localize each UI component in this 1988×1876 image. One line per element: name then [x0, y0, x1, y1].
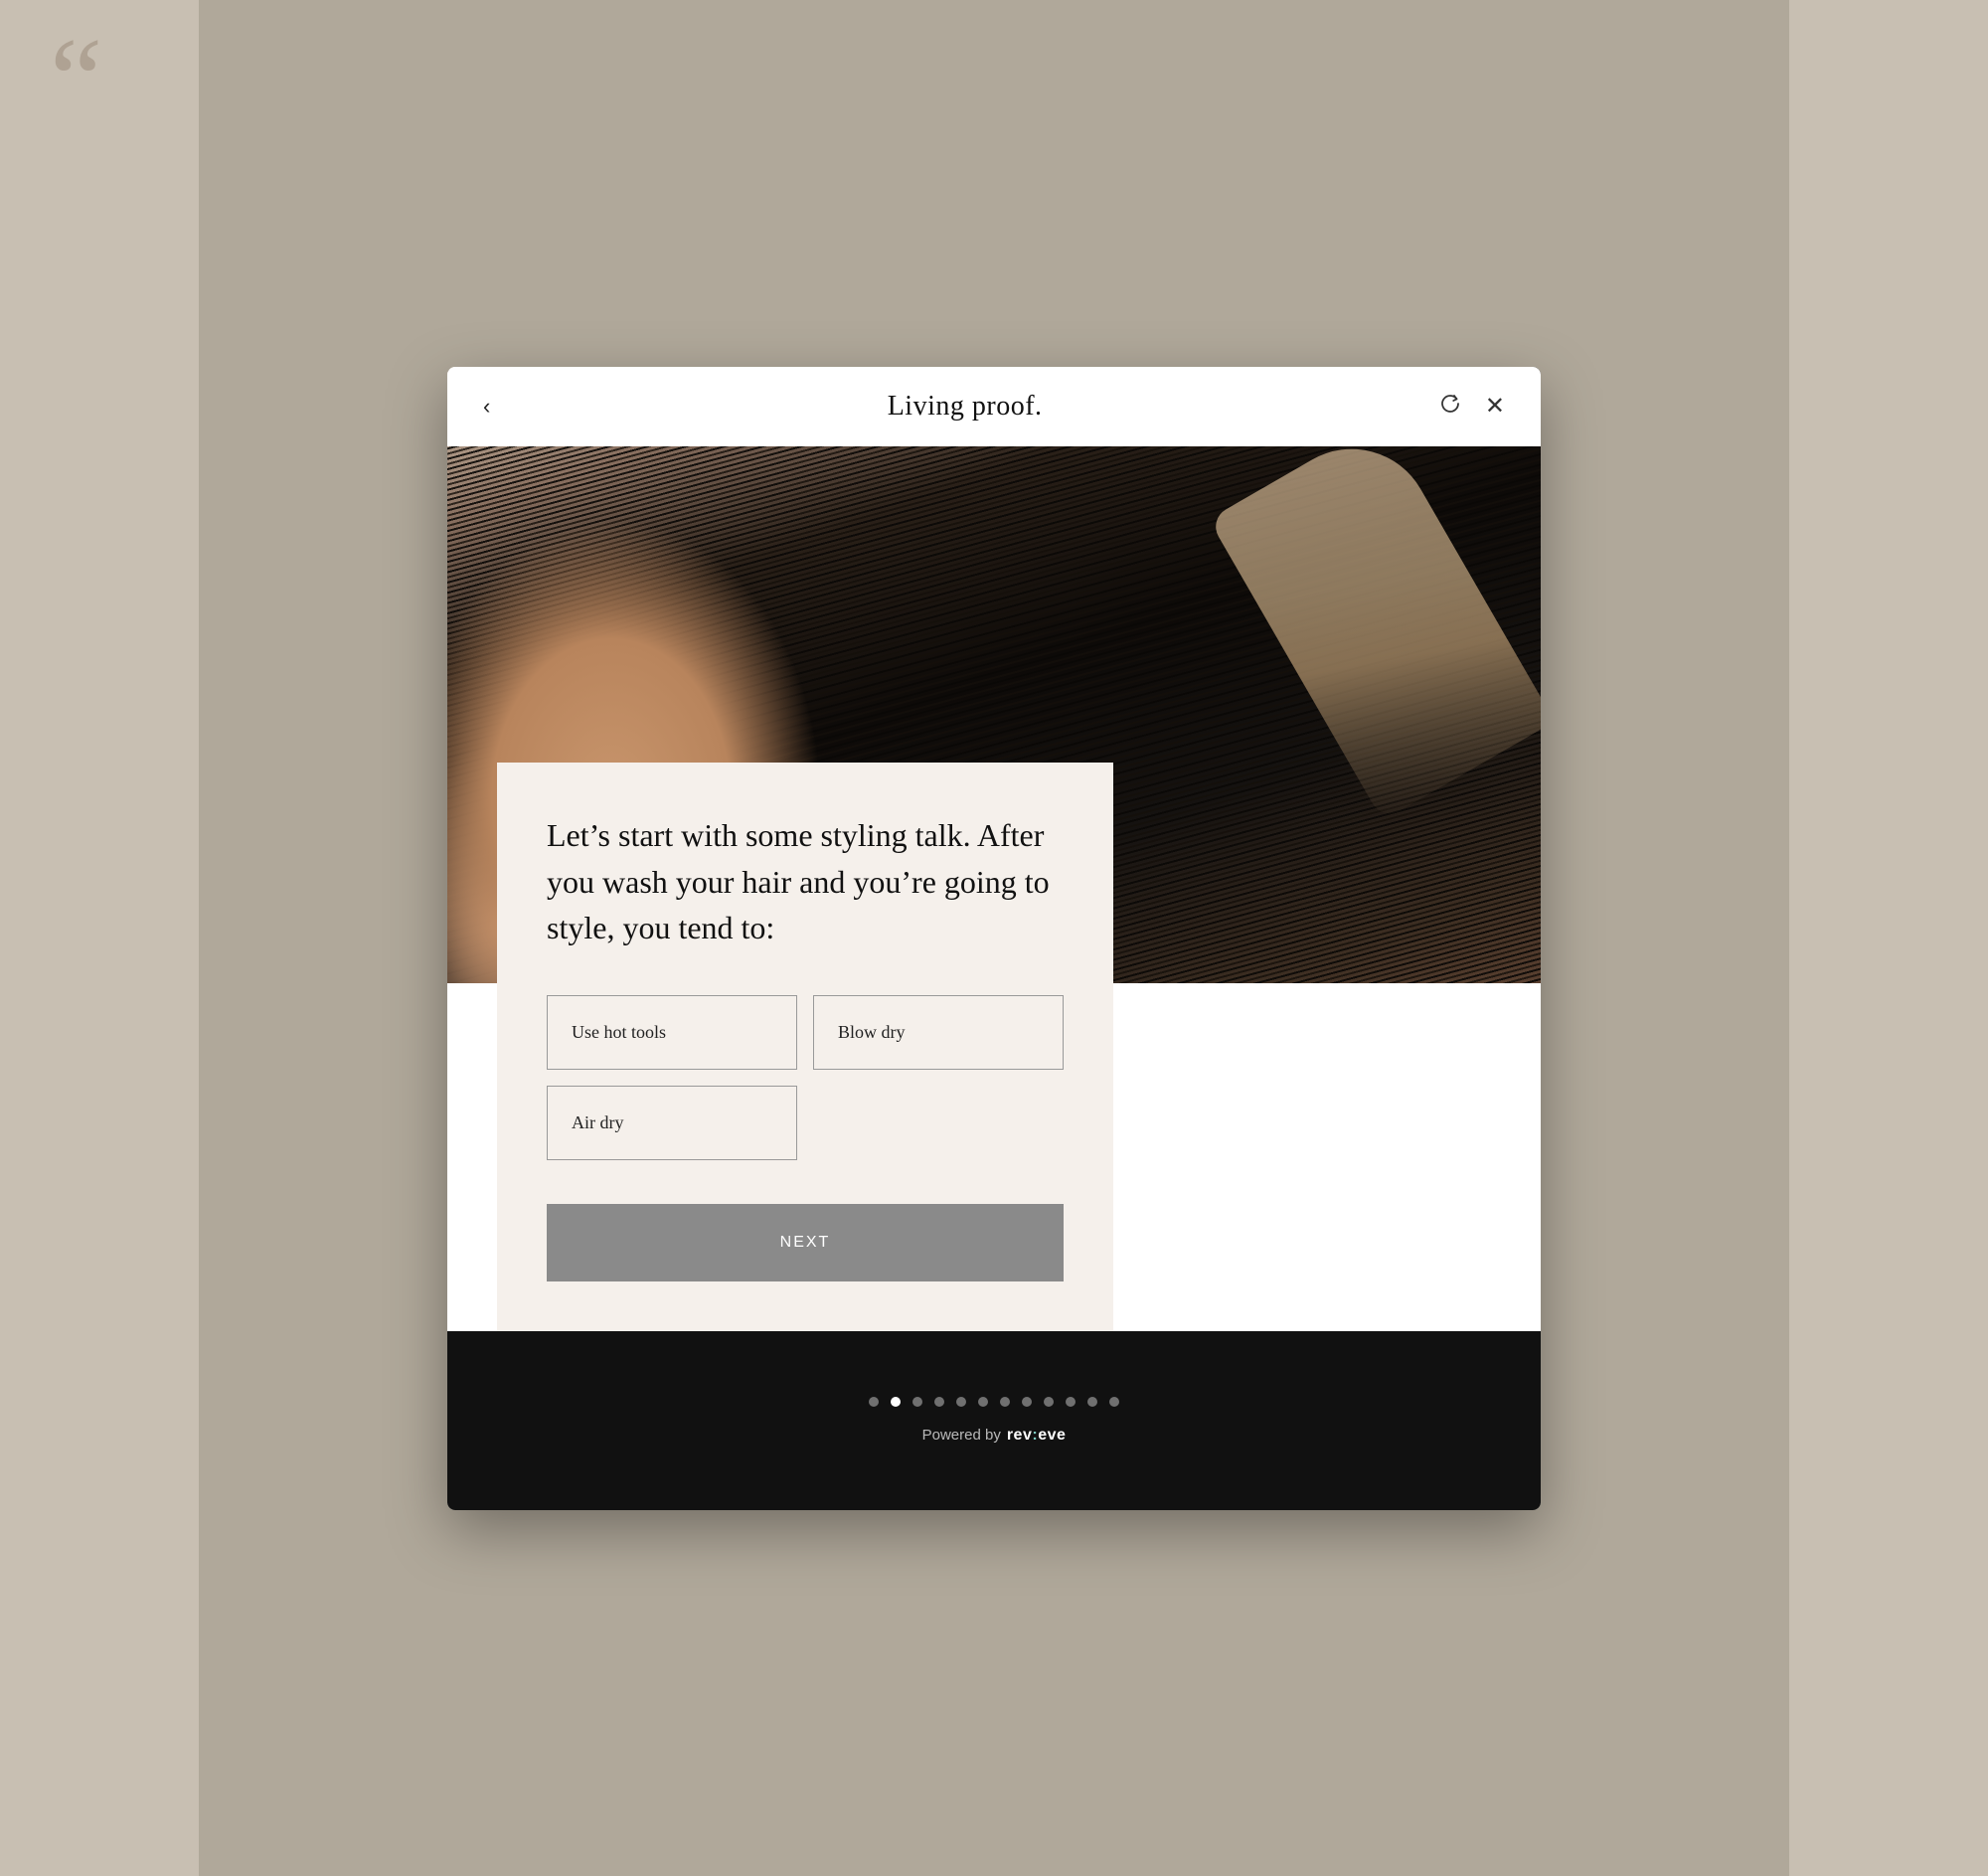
progress-dot-9	[1066, 1397, 1076, 1407]
option-use-hot-tools[interactable]: Use hot tools	[547, 995, 797, 1070]
progress-dot-4	[956, 1397, 966, 1407]
progress-dot-6	[1000, 1397, 1010, 1407]
close-button[interactable]: ✕	[1485, 395, 1505, 419]
next-button[interactable]: NEXT	[547, 1204, 1064, 1281]
progress-dot-11	[1109, 1397, 1119, 1407]
back-button[interactable]: ‹	[483, 396, 490, 418]
powered-by: Powered by rev:eve	[922, 1427, 1067, 1445]
progress-dots	[869, 1397, 1119, 1407]
progress-dot-2	[912, 1397, 922, 1407]
bg-right-panel	[1789, 0, 1988, 1876]
revieve-logo: rev:eve	[1007, 1427, 1067, 1445]
quiz-content-card: Let’s start with some styling talk. Afte…	[497, 763, 1113, 1330]
progress-dot-1	[891, 1397, 901, 1407]
options-grid: Use hot tools Blow dry Air dry	[547, 995, 1064, 1160]
powered-by-label: Powered by	[922, 1427, 1001, 1444]
progress-dot-3	[934, 1397, 944, 1407]
progress-dot-5	[978, 1397, 988, 1407]
header-actions: ✕	[1439, 393, 1505, 421]
progress-dot-8	[1044, 1397, 1054, 1407]
question-text: Let’s start with some styling talk. Afte…	[547, 812, 1064, 950]
progress-dot-7	[1022, 1397, 1032, 1407]
modal-footer: Powered by rev:eve	[447, 1331, 1541, 1510]
refresh-button[interactable]	[1439, 393, 1461, 421]
progress-dot-10	[1087, 1397, 1097, 1407]
quote-mark-decoration: “	[50, 20, 102, 139]
quiz-modal: ‹ Living proof. ✕ Let’s start with some …	[447, 367, 1541, 1510]
modal-header: ‹ Living proof. ✕	[447, 367, 1541, 446]
option-air-dry[interactable]: Air dry	[547, 1086, 797, 1160]
progress-dot-0	[869, 1397, 879, 1407]
bg-left-panel	[0, 0, 199, 1876]
modal-title: Living proof.	[888, 391, 1043, 423]
option-blow-dry[interactable]: Blow dry	[813, 995, 1064, 1070]
